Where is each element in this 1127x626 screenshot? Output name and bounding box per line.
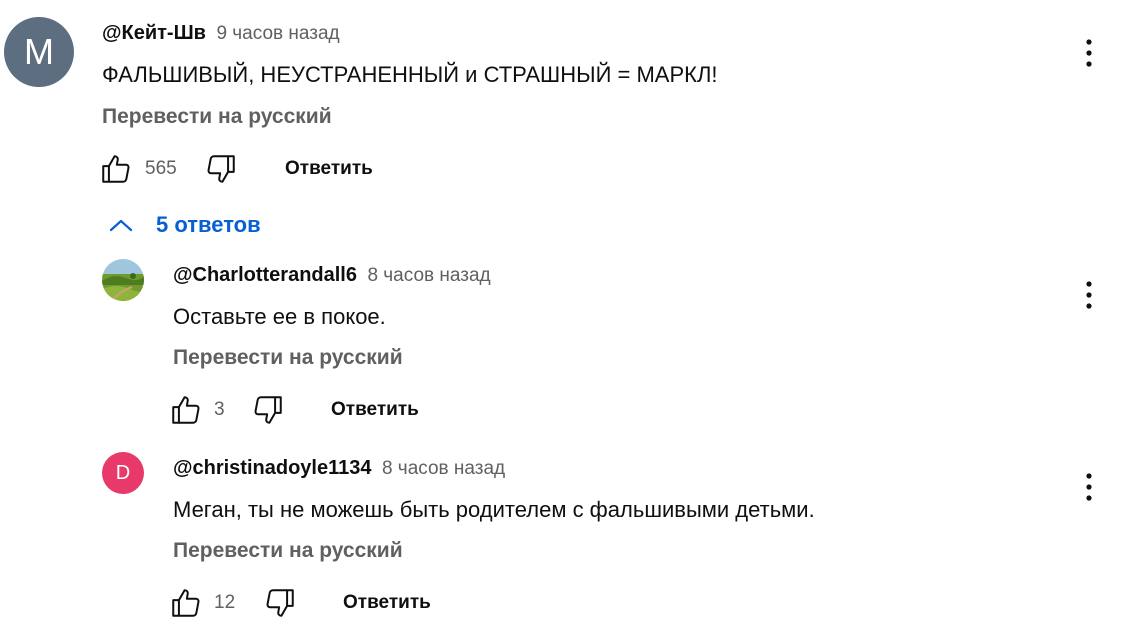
avatar-letter: D: [115, 461, 131, 484]
dislike-button[interactable]: [262, 585, 298, 621]
thumbs-down-icon: [266, 589, 294, 617]
like-button[interactable]: [98, 151, 134, 187]
more-actions-button[interactable]: [1077, 33, 1101, 73]
reply-button[interactable]: Ответить: [285, 158, 373, 180]
comment-text: ФАЛЬШИВЫЙ, НЕУСТРАНЕННЫЙ и СТРАШНЫЙ = МА…: [102, 62, 718, 87]
avatar[interactable]: [102, 259, 144, 301]
avatar[interactable]: D: [102, 452, 144, 494]
translate-button[interactable]: Перевести на русский: [173, 539, 403, 563]
like-count: 12: [214, 592, 236, 613]
like-button[interactable]: [168, 585, 204, 621]
reply-time[interactable]: 8 часов назад: [382, 458, 505, 479]
translate-button[interactable]: Перевести на русский: [102, 105, 332, 129]
avatar-letter: M: [24, 31, 54, 72]
reply-header: @christinadoyle1134 8 часов назад: [173, 457, 505, 480]
replies-count-label: 5 ответов: [156, 212, 261, 237]
chevron-up-icon: [109, 219, 133, 232]
comment-time[interactable]: 9 часов назад: [216, 23, 339, 44]
like-button[interactable]: [168, 392, 204, 428]
dislike-button[interactable]: [250, 392, 286, 428]
reply-author[interactable]: @Charlotterandall6: [173, 264, 357, 286]
landscape-avatar-image: [102, 259, 144, 301]
more-actions-button[interactable]: [1077, 275, 1101, 315]
like-count: 565: [145, 158, 177, 179]
more-vert-icon: [1086, 473, 1092, 501]
like-count: 3: [214, 399, 225, 420]
thumbs-up-icon: [172, 396, 200, 424]
more-actions-button[interactable]: [1077, 467, 1101, 507]
dislike-button[interactable]: [203, 151, 239, 187]
reply-button[interactable]: Ответить: [343, 592, 431, 614]
reply-header: @Charlotterandall6 8 часов назад: [173, 264, 491, 287]
thumbs-down-icon: [254, 396, 282, 424]
thumbs-up-icon: [102, 155, 130, 183]
avatar[interactable]: M: [4, 17, 74, 87]
thumbs-up-icon: [172, 589, 200, 617]
more-vert-icon: [1086, 281, 1092, 309]
reply-time[interactable]: 8 часов назад: [367, 265, 490, 286]
reply-text: Оставьте ее в покое.: [173, 304, 386, 329]
comment-author[interactable]: @Кейт-Шв: [102, 22, 206, 44]
translate-button[interactable]: Перевести на русский: [173, 346, 403, 370]
reply-button[interactable]: Ответить: [331, 399, 419, 421]
reply-author[interactable]: @christinadoyle1134: [173, 457, 372, 479]
more-vert-icon: [1086, 39, 1092, 67]
reply-text: Меган, ты не можешь быть родителем с фал…: [173, 497, 815, 522]
comment-header: @Кейт-Шв 9 часов назад: [102, 22, 340, 45]
replies-toggle-button[interactable]: 5 ответов: [108, 212, 261, 238]
thumbs-down-icon: [207, 155, 235, 183]
